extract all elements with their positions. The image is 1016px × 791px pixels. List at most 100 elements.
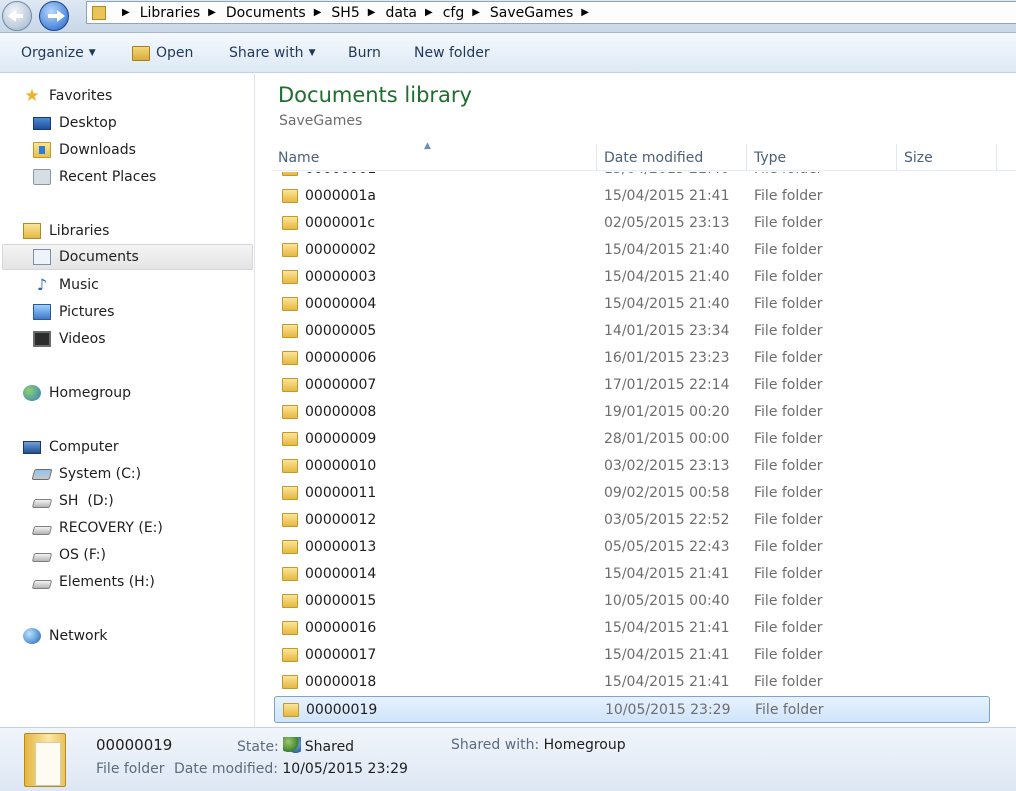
cell-date-modified: 05/05/2015 22:43 [604,539,730,555]
table-row[interactable]: 00000016 15/04/2015 21:41 File folder [274,615,990,642]
chevron-right-icon[interactable]: ▶ [472,7,480,18]
open-button[interactable]: Open [132,45,193,61]
nav-music[interactable]: ♪ Music [33,272,99,298]
table-row[interactable]: 0000001a 15/04/2015 21:41 File folder [274,183,990,210]
breadcrumb-sh5[interactable]: SH5 [331,5,359,21]
chevron-right-icon[interactable]: ▶ [425,7,433,18]
burn-button[interactable]: Burn [348,45,381,61]
details-type: File folder [96,761,165,777]
table-row[interactable]: 00000008 19/01/2015 00:20 File folder [274,399,990,426]
cell-type: File folder [754,269,823,285]
chevron-right-icon[interactable]: ▶ [368,7,376,18]
new-folder-label: New folder [414,45,490,61]
nav-label: Pictures [59,304,115,320]
folder-icon [282,189,298,203]
column-divider[interactable] [996,144,997,171]
desktop-icon [33,116,51,130]
nav-drive-f[interactable]: OS (F:) [31,542,106,568]
nav-documents[interactable]: Documents [2,244,253,270]
details-state: State: Shared [237,737,354,755]
table-row[interactable]: 00000011 09/02/2015 00:58 File folder [274,480,990,507]
shared-with-value: Homegroup [543,737,626,753]
nav-drive-d[interactable]: SH (D:) [31,488,114,514]
breadcrumb-libraries[interactable]: Libraries [140,5,200,21]
table-row[interactable]: 00000001 15/04/2015 21:40 File folder [274,172,990,183]
cell-date-modified: 15/04/2015 21:41 [604,620,730,636]
column-divider[interactable] [746,144,747,171]
folder-icon [282,297,298,311]
forward-button[interactable] [39,1,69,31]
folder-icon [282,216,298,230]
chevron-right-icon[interactable]: ▶ [314,7,322,18]
chevron-right-icon[interactable]: ▶ [581,7,589,18]
breadcrumb-data[interactable]: data [385,5,417,21]
nav-drive-h[interactable]: Elements (H:) [31,569,155,595]
computer-icon [23,440,41,454]
table-row[interactable]: 00000009 28/01/2015 00:00 File folder [274,426,990,453]
cell-date-modified: 16/01/2015 23:23 [604,350,730,366]
breadcrumb-savegames[interactable]: SaveGames [490,5,573,21]
table-row[interactable]: 00000014 15/04/2015 21:41 File folder [274,561,990,588]
organize-button[interactable]: Organize ▼ [21,45,96,61]
table-row[interactable]: 00000004 15/04/2015 21:40 File folder [274,291,990,318]
cell-date-modified: 15/04/2015 21:41 [604,566,730,582]
folder-icon [282,378,298,392]
content-pane: Documents library SaveGames ▲ Name Date … [256,74,1016,727]
nav-favorites[interactable]: ★ Favorites [23,83,112,109]
nav-network[interactable]: Network [23,623,107,649]
chevron-right-icon[interactable]: ▶ [122,7,130,18]
nav-label: Downloads [59,142,136,158]
table-row[interactable]: 00000007 17/01/2015 22:14 File folder [274,372,990,399]
chevron-right-icon[interactable]: ▶ [208,7,216,18]
table-row[interactable]: 00000012 03/05/2015 22:52 File folder [274,507,990,534]
nav-libraries[interactable]: Libraries [23,218,109,244]
folder-icon [282,270,298,284]
cell-type: File folder [754,458,823,474]
column-type[interactable]: Type [754,150,786,166]
table-row[interactable]: 0000001c 02/05/2015 23:13 File folder [274,210,990,237]
breadcrumb-documents[interactable]: Documents [226,5,306,21]
table-row[interactable]: 00000018 15/04/2015 21:41 File folder [274,669,990,696]
nav-recent-places[interactable]: Recent Places [33,164,156,190]
share-with-button[interactable]: Share with ▼ [229,45,315,61]
drive-icon [31,498,53,508]
table-row[interactable]: 00000019 10/05/2015 23:29 File folder [274,696,990,723]
nav-drive-c[interactable]: System (C:) [31,461,141,487]
details-shared-with: Shared with: Homegroup [451,737,626,753]
details-pane: 00000019 File folder State: Shared Shared… [0,727,1016,791]
back-button[interactable] [2,1,32,31]
column-date-modified[interactable]: Date modified [604,150,703,166]
folder-icon [282,621,298,635]
nav-drive-e[interactable]: RECOVERY (E:) [31,515,163,541]
table-row[interactable]: 00000005 14/01/2015 23:34 File folder [274,318,990,345]
breadcrumb-cfg[interactable]: cfg [443,5,465,21]
column-name[interactable]: Name [278,150,319,166]
table-row[interactable]: 00000006 16/01/2015 23:23 File folder [274,345,990,372]
table-row[interactable]: 00000015 10/05/2015 00:40 File folder [274,588,990,615]
table-row[interactable]: 00000017 15/04/2015 21:41 File folder [274,642,990,669]
table-row[interactable]: 00000010 03/02/2015 23:13 File folder [274,453,990,480]
new-folder-button[interactable]: New folder [414,45,490,61]
folder-icon [282,486,298,500]
cell-type: File folder [754,172,823,177]
address-bar: ▶ Libraries ▶ Documents ▶ SH5 ▶ data ▶ c… [0,0,1016,33]
nav-videos[interactable]: Videos [33,326,106,352]
column-size[interactable]: Size [904,150,933,166]
nav-pictures[interactable]: Pictures [33,299,114,325]
nav-homegroup[interactable]: Homegroup [23,380,131,406]
column-divider[interactable] [896,144,897,171]
breadcrumb[interactable]: ▶ Libraries ▶ Documents ▶ SH5 ▶ data ▶ c… [86,1,1016,24]
command-bar: Organize ▼ Open Share with ▼ Burn New fo… [0,33,1016,73]
nav-computer[interactable]: Computer [23,434,119,460]
table-row[interactable]: 00000003 15/04/2015 21:40 File folder [274,264,990,291]
table-row[interactable]: 00000013 05/05/2015 22:43 File folder [274,534,990,561]
nav-label: SH (D:) [59,493,114,509]
nav-downloads[interactable]: Downloads [33,137,136,163]
table-row[interactable]: 00000002 15/04/2015 21:40 File folder [274,237,990,264]
nav-label: Music [59,277,99,293]
folder-thumbnail-icon [24,733,66,787]
page-subtitle: SaveGames [279,113,363,129]
column-divider[interactable] [596,144,597,171]
nav-desktop[interactable]: Desktop [33,110,117,136]
cell-date-modified: 15/04/2015 21:41 [604,647,730,663]
